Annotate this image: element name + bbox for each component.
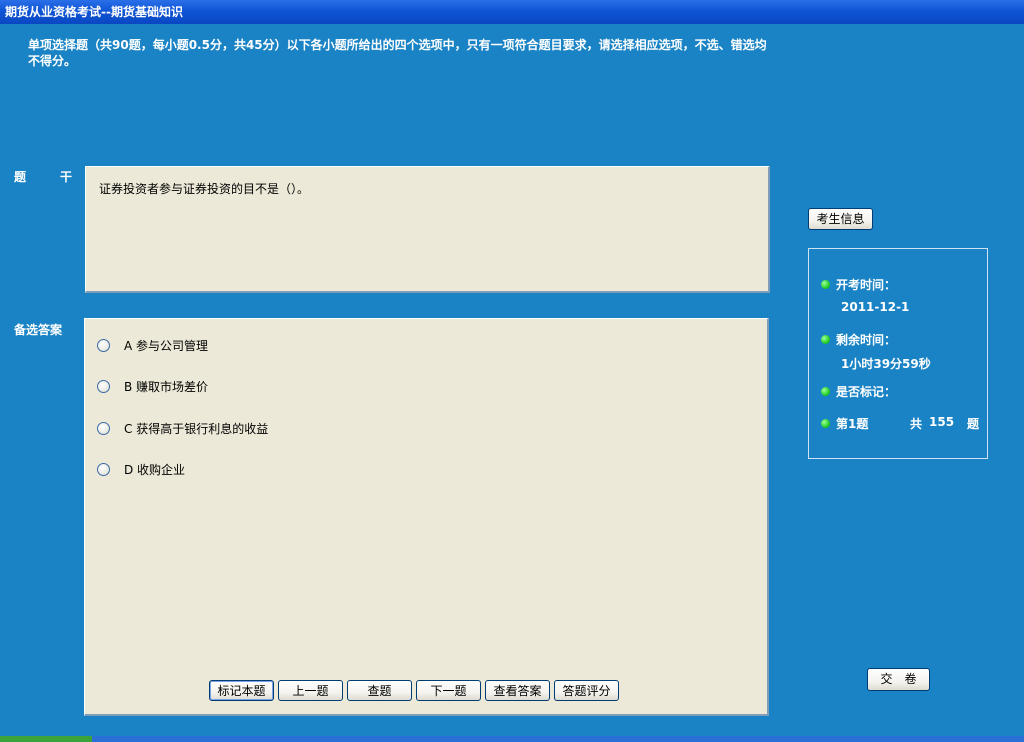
window-title: 期货从业资格考试--期货基础知识 [0,0,1024,24]
remaining-time-row: 剩余时间： [821,331,896,348]
radio-button[interactable] [97,338,110,352]
exam-info-panel: 开考时间： 2011-12-1 剩余时间： 1小时39分59秒 是否标记： 第1… [808,248,988,459]
green-dot-icon [821,419,830,428]
radio-button[interactable] [97,462,110,476]
check-question-button[interactable]: 查题 [347,680,412,701]
radio-button[interactable] [97,379,110,393]
current-question: 第1题 [836,417,869,431]
green-dot-icon [821,335,830,344]
question-stem: 证券投资者参与证券投资的目不是（）。 [99,182,310,196]
mark-question-button[interactable]: 标记本题 [209,680,274,701]
start-button[interactable] [0,736,92,742]
score-button[interactable]: 答题评分 [554,680,619,701]
green-dot-icon [821,387,830,396]
answer-options-panel: A 参与公司管理 B 赚取市场差价 C 获得高于银行利息的收益 D 收购企业 标… [84,318,769,716]
taskbar [0,736,1024,742]
option-d[interactable]: D 收购企业 [97,460,185,478]
marked-label: 是否标记： [836,385,897,399]
total-prefix: 共 [910,417,923,431]
remaining-time-label: 剩余时间： [836,333,897,347]
start-time-label: 开考时间： [836,278,897,292]
green-dot-icon [821,280,830,289]
marked-row: 是否标记： [821,383,896,400]
remaining-time-value: 1小时39分59秒 [841,357,931,371]
instructions-text: 单项选择题（共90题，每小题0.5分，共45分）以下各小题所给出的四个选项中，只… [28,38,767,68]
option-label: D 收购企业 [124,462,186,477]
radio-button[interactable] [97,421,110,435]
option-label: A 参与公司管理 [124,338,209,353]
start-time-row: 开考时间： [821,276,896,293]
option-label: C 获得高于银行利息的收益 [124,421,269,436]
question-counter-row: 第1题 [821,415,868,432]
view-answer-button[interactable]: 查看答案 [485,680,550,701]
options-label: 备选答案 [14,323,63,337]
student-info-button[interactable]: 考生信息 [808,208,873,230]
total-suffix: 题 [967,417,980,431]
next-question-button[interactable]: 下一题 [416,680,481,701]
total-count: 155 [929,415,955,429]
submit-exam-button[interactable]: 交 卷 [867,668,930,691]
option-label: B 赚取市场差价 [124,379,209,394]
option-b[interactable]: B 赚取市场差价 [97,377,208,395]
prev-question-button[interactable]: 上一题 [278,680,343,701]
option-c[interactable]: C 获得高于银行利息的收益 [97,419,268,437]
question-stem-panel: 证券投资者参与证券投资的目不是（）。 [85,166,770,293]
option-a[interactable]: A 参与公司管理 [97,336,208,354]
start-time-value: 2011-12-1 [841,300,910,314]
